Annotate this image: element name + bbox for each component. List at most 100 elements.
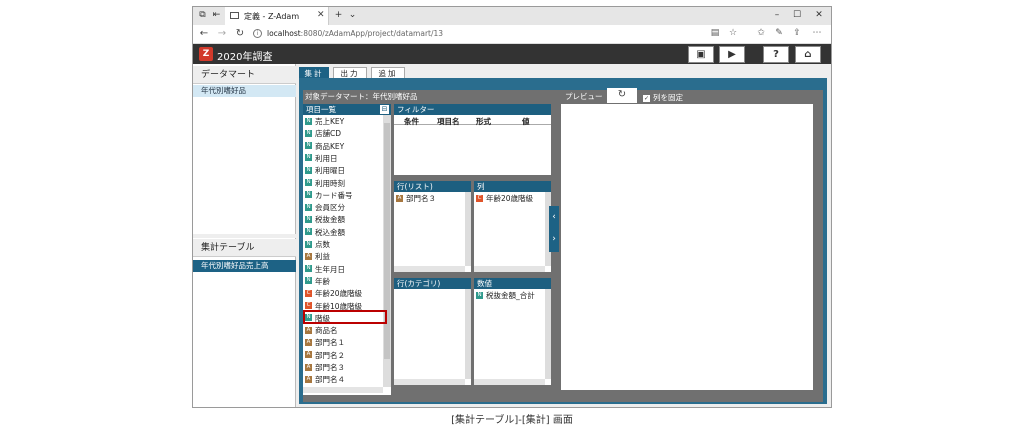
tab-actions-icon[interactable]: ⧉ (197, 10, 208, 21)
chevron-right-icon[interactable]: › (549, 228, 559, 250)
list-item[interactable]: N 税込金額 (305, 227, 383, 239)
rows-list-box: A 部門名３ (394, 192, 471, 272)
close-tab-icon[interactable]: ✕ (317, 10, 325, 20)
type-badge-icon: A (305, 375, 312, 383)
item-list-hscroll[interactable] (303, 387, 383, 393)
rows-category-scrollbar[interactable] (465, 289, 471, 379)
type-badge-icon: N (305, 228, 312, 236)
type-badge-icon: A (305, 252, 312, 260)
site-info-icon[interactable]: i (253, 29, 262, 38)
type-badge-icon: A (305, 363, 312, 371)
list-item-label: 商品KEY (315, 141, 345, 151)
list-item[interactable]: N 税抜金額 (305, 214, 383, 226)
home-icon[interactable]: ⌂ (795, 46, 821, 63)
refresh-icon[interactable]: ↻ (234, 28, 246, 40)
type-badge-icon: A (305, 338, 312, 346)
preview-refresh-icon[interactable]: ↻ (607, 88, 637, 103)
sidebar-divider (193, 234, 296, 238)
list-item[interactable]: N 売上KEY (305, 116, 383, 128)
share-icon[interactable]: ⇪ (791, 28, 803, 38)
type-badge-icon: A (305, 351, 312, 359)
checkbox-icon[interactable]: ✓ (643, 94, 650, 102)
type-badge-icon: C (476, 194, 483, 202)
browser-tab[interactable]: 定義 - Z-Adam ✕ (225, 7, 329, 25)
tab-list-icon[interactable]: ⌄ (347, 10, 358, 21)
app-logo-icon: Z (199, 47, 213, 61)
list-item[interactable]: A 部門名１ (305, 337, 383, 349)
help-icon[interactable]: ? (763, 46, 789, 63)
filter-table: 条件 項目名 形式 値 (394, 115, 551, 175)
list-item-label: 年齢20歳階級 (315, 289, 363, 299)
type-badge-icon: N (305, 166, 312, 174)
type-badge-icon: N (476, 291, 483, 299)
list-item[interactable]: A 部門名２ (305, 350, 383, 362)
forward-icon[interactable]: → (216, 28, 228, 40)
type-badge-icon: C (305, 302, 312, 309)
list-item-label: 点数 (315, 240, 330, 249)
table-header: 集計テーブル (193, 239, 296, 257)
favorites-icon[interactable]: ✩ (755, 28, 767, 38)
values-hscroll[interactable] (474, 379, 545, 385)
rows-category-box (394, 289, 471, 385)
list-item[interactable]: N 利用日 (305, 153, 383, 165)
type-badge-icon: N (305, 179, 312, 186)
list-item-label: 部門名４ (315, 375, 345, 385)
table-item[interactable]: 年代別嗜好品売上高 (193, 260, 296, 272)
type-badge-icon: A (396, 194, 403, 202)
list-item[interactable]: N 会員区分 (305, 202, 383, 214)
left-sidebar: データマート 年代別嗜好品 集計テーブル 年代別嗜好品売上高 (193, 64, 296, 407)
list-item[interactable]: N 商品KEY (305, 141, 383, 153)
tab-title: 定義 - Z-Adam (244, 12, 300, 21)
back-icon[interactable]: ← (198, 28, 210, 40)
list-item[interactable]: C 年齢20歳階級 (305, 288, 383, 300)
list-item-label: カード番号 (315, 190, 353, 200)
item-list-scrollbar[interactable] (383, 115, 391, 387)
reading-view-icon[interactable]: ▤ (709, 28, 721, 38)
values-scrollbar[interactable] (545, 289, 551, 379)
list-item[interactable]: N 店舗CD (305, 128, 383, 140)
list-item[interactable]: A 利益 (305, 251, 383, 263)
list-item[interactable]: N 利用曜日 (305, 165, 383, 177)
set-aside-tabs-icon[interactable]: ⇤ (211, 10, 222, 21)
new-tab-icon[interactable]: + (333, 10, 344, 21)
columns-box: C 年齢20歳階級 (474, 192, 551, 272)
list-item[interactable]: N 利用時刻 (305, 178, 383, 190)
close-window-icon[interactable]: ✕ (813, 10, 825, 20)
list-item-label: 税抜金額_合計 (486, 291, 535, 300)
maximize-icon[interactable]: ☐ (791, 10, 803, 20)
rows-list-hscroll[interactable] (394, 266, 465, 272)
chevron-left-icon[interactable]: ‹ (549, 206, 559, 228)
list-item[interactable]: N 年齢 (305, 276, 383, 288)
collapse-toggle[interactable]: ‹ › (549, 206, 559, 252)
list-item-label: 年齢 (315, 276, 330, 286)
item-list: N 売上KEY N 店舗CD N 商品KEY N 利用日 N 利用曜日 N 利用時刻 N カード番号 N 会員… (303, 115, 391, 395)
filter-col-condition: 条件 (404, 117, 419, 126)
favorite-star-icon[interactable]: ☆ (727, 28, 739, 38)
url-field[interactable]: i localhost:8080/zAdamApp/project/datama… (251, 28, 731, 41)
more-icon[interactable]: ⋯ (811, 28, 823, 38)
list-item[interactable]: A 部門名３ (305, 362, 383, 374)
minimize-icon[interactable]: – (771, 10, 783, 20)
save-icon[interactable]: ▣ (688, 46, 714, 63)
list-item[interactable]: N 税抜金額_合計 (476, 290, 554, 302)
rows-list-scrollbar[interactable] (465, 192, 471, 266)
list-item[interactable]: A 商品名 (305, 325, 383, 337)
type-badge-icon: N (305, 277, 312, 285)
fix-columns-label: 列を固定 (653, 93, 683, 102)
address-bar: ← → ↻ i localhost:8080/zAdamApp/project/… (193, 25, 831, 44)
rows-category-hscroll[interactable] (394, 379, 465, 385)
datamart-item[interactable]: 年代別嗜好品 (193, 85, 296, 97)
list-item[interactable]: N 生年月日 (305, 264, 383, 276)
fix-columns-checkbox[interactable]: ✓ 列を固定 (643, 92, 683, 103)
browser-window: ⧉ ⇤ 定義 - Z-Adam ✕ + ⌄ – ☐ ✕ ← → ↻ i loca… (192, 6, 832, 408)
notes-icon[interactable]: ✎ (773, 28, 785, 38)
list-item[interactable]: N 点数 (305, 239, 383, 251)
list-item[interactable]: A 部門名４ (305, 374, 383, 386)
app-body: データマート 年代別嗜好品 集計テーブル 年代別嗜好品売上高 集計 出力 追加 … (193, 64, 831, 407)
list-item[interactable]: A 部門名３ (396, 193, 474, 205)
expand-icon[interactable]: ⊟ (380, 105, 389, 114)
list-item[interactable]: C 年齢20歳階級 (476, 193, 554, 205)
list-item[interactable]: N カード番号 (305, 190, 383, 202)
run-icon[interactable]: ▶ (719, 46, 745, 63)
columns-hscroll[interactable] (474, 266, 545, 272)
